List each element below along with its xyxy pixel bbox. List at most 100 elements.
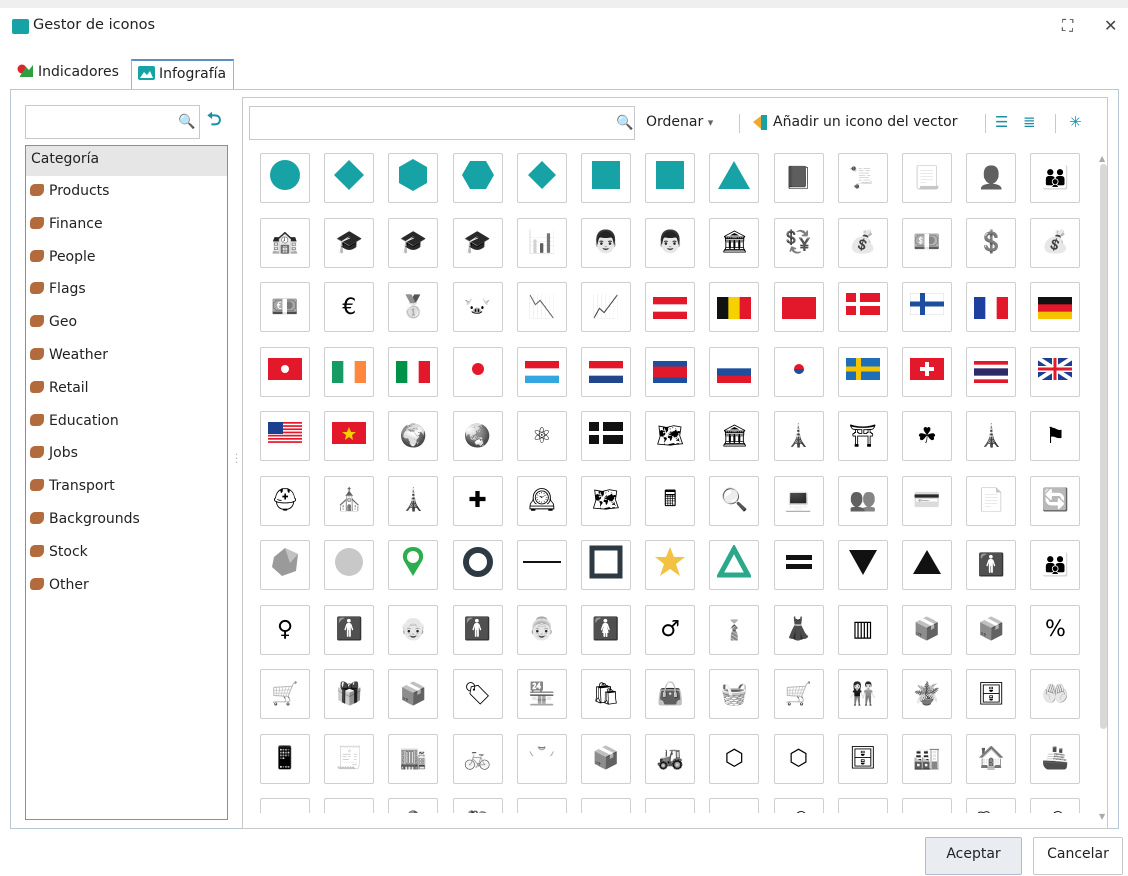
icon-tile[interactable]: ☁: [837, 798, 888, 813]
icon-tile[interactable]: 👪: [1030, 153, 1081, 203]
icon-tile[interactable]: [324, 540, 375, 590]
icon-tile[interactable]: 🎓: [324, 217, 375, 268]
icon-tile[interactable]: [773, 282, 824, 332]
icon-tile[interactable]: 💰: [837, 217, 888, 268]
icon-tile[interactable]: [581, 153, 631, 203]
icon-tile[interactable]: ⛑: [260, 475, 310, 526]
icon-tile[interactable]: [260, 346, 310, 397]
category-item-transport[interactable]: Transport: [26, 471, 227, 504]
icon-tile[interactable]: [388, 540, 439, 590]
icon-tile[interactable]: 📊: [516, 217, 567, 268]
icon-tile[interactable]: 👔: [709, 604, 760, 655]
icon-tile[interactable]: 🌧: [1030, 798, 1081, 813]
category-search-input[interactable]: 🔍: [25, 105, 200, 139]
icon-tile[interactable]: [516, 798, 567, 813]
icon-tile[interactable]: 🛒: [773, 669, 824, 719]
icon-tile[interactable]: €: [324, 282, 375, 332]
icon-tile[interactable]: [581, 346, 631, 397]
sort-dropdown[interactable]: Ordenar ▾: [646, 114, 713, 130]
tab-indicadores[interactable]: Indicadores: [10, 59, 131, 90]
icon-tile[interactable]: [709, 282, 760, 332]
icon-tile[interactable]: [902, 346, 952, 397]
icon-tile[interactable]: 🚜: [645, 733, 696, 784]
icon-tile[interactable]: 🌏: [452, 411, 503, 461]
icon-tile[interactable]: 🥇: [388, 282, 439, 332]
category-item-other[interactable]: Other: [26, 570, 227, 603]
search-icon[interactable]: 🔍: [616, 115, 633, 131]
icon-search-input[interactable]: 🔍: [249, 106, 635, 140]
icon-tile[interactable]: 🏛: [709, 411, 760, 461]
icon-tile[interactable]: [260, 540, 310, 590]
icon-tile[interactable]: 🏫: [260, 217, 310, 268]
icon-tile[interactable]: 👥: [837, 475, 888, 526]
icon-tile[interactable]: [773, 346, 824, 397]
icon-tile[interactable]: [452, 153, 503, 203]
category-item-flags[interactable]: Flags: [26, 274, 227, 307]
scrollbar-thumb[interactable]: [1100, 164, 1107, 729]
icon-tile[interactable]: ▬: [260, 798, 310, 813]
detail-view-icon[interactable]: ≣: [1023, 113, 1036, 131]
icon-tile[interactable]: [773, 540, 824, 590]
icon-tile[interactable]: 🛍: [581, 669, 631, 719]
category-item-stock[interactable]: Stock: [26, 537, 227, 570]
icon-tile[interactable]: 🗄: [837, 733, 888, 784]
category-item-backgrounds[interactable]: Backgrounds: [26, 504, 227, 537]
icon-tile[interactable]: [645, 282, 696, 332]
icon-tile[interactable]: ⬡: [709, 733, 760, 784]
icon-tile[interactable]: ♂: [645, 604, 696, 655]
icon-tile[interactable]: [581, 540, 631, 590]
icon-tile[interactable]: ⛅: [902, 798, 952, 813]
icon-tile[interactable]: 🤲: [1030, 669, 1081, 719]
expand-icon[interactable]: ✳: [1069, 113, 1082, 131]
icon-tile[interactable]: 🐷: [452, 282, 503, 332]
add-vector-icon-button[interactable]: Añadir un icono del vector: [773, 114, 958, 130]
icon-tile[interactable]: 🎓: [452, 217, 503, 268]
icon-tile[interactable]: [966, 346, 1017, 397]
add-vector-icon[interactable]: [752, 114, 768, 131]
icon-tile[interactable]: [388, 346, 439, 397]
icon-tile[interactable]: 🚹: [966, 540, 1017, 590]
icon-tile[interactable]: ☁: [645, 798, 696, 813]
icon-tile[interactable]: ⬡: [773, 733, 824, 784]
icon-tile[interactable]: [966, 282, 1017, 332]
category-item-jobs[interactable]: Jobs: [26, 438, 227, 471]
icon-tile[interactable]: [902, 540, 952, 590]
icon-tile[interactable]: 🏛: [709, 217, 760, 268]
icon-tile[interactable]: ⚑: [1030, 411, 1081, 461]
icon-tile[interactable]: ⛪: [324, 475, 375, 526]
icon-tile[interactable]: 🚹: [452, 604, 503, 655]
icon-tile[interactable]: 🚢: [1030, 733, 1081, 784]
icon-tile[interactable]: 🗼: [966, 411, 1017, 461]
icon-tile[interactable]: 🐦: [324, 798, 375, 813]
icon-tile[interactable]: 👤: [966, 153, 1017, 203]
icon-tile[interactable]: 🏭: [902, 733, 952, 784]
icon-tile[interactable]: [645, 346, 696, 397]
list-view-icon[interactable]: ☰: [995, 113, 1008, 131]
icon-tile[interactable]: [645, 540, 696, 590]
icon-tile[interactable]: 🗺: [581, 475, 631, 526]
icon-tile[interactable]: [837, 346, 888, 397]
icon-tile[interactable]: 🖩: [645, 475, 696, 526]
icon-tile[interactable]: ⚛: [516, 411, 567, 461]
icon-tile[interactable]: 👜: [645, 669, 696, 719]
icon-tile[interactable]: 📍: [388, 798, 439, 813]
icon-tile[interactable]: 📉: [516, 282, 567, 332]
icon-tile[interactable]: [388, 153, 439, 203]
icon-tile[interactable]: 👵: [516, 604, 567, 655]
icon-tile[interactable]: ☘: [902, 411, 952, 461]
icon-tile[interactable]: 💱: [773, 217, 824, 268]
icon-tile[interactable]: 👨: [645, 217, 696, 268]
icon-tile[interactable]: 🏪: [516, 669, 567, 719]
icon-tile[interactable]: 🛒: [260, 669, 310, 719]
icon-tile[interactable]: 🏬: [388, 733, 439, 784]
icon-tile[interactable]: 🔍: [709, 475, 760, 526]
icon-tile[interactable]: 📜: [837, 153, 888, 203]
icon-tile[interactable]: 🗄: [966, 669, 1017, 719]
icon-tile[interactable]: 🏷: [452, 669, 503, 719]
category-item-education[interactable]: Education: [26, 406, 227, 439]
icon-tile[interactable]: [837, 540, 888, 590]
icon-tile[interactable]: 🪴: [902, 669, 952, 719]
icon-tile[interactable]: 🧾: [324, 733, 375, 784]
icon-tile[interactable]: [837, 282, 888, 332]
tab-infografia[interactable]: Infografía: [131, 59, 234, 90]
